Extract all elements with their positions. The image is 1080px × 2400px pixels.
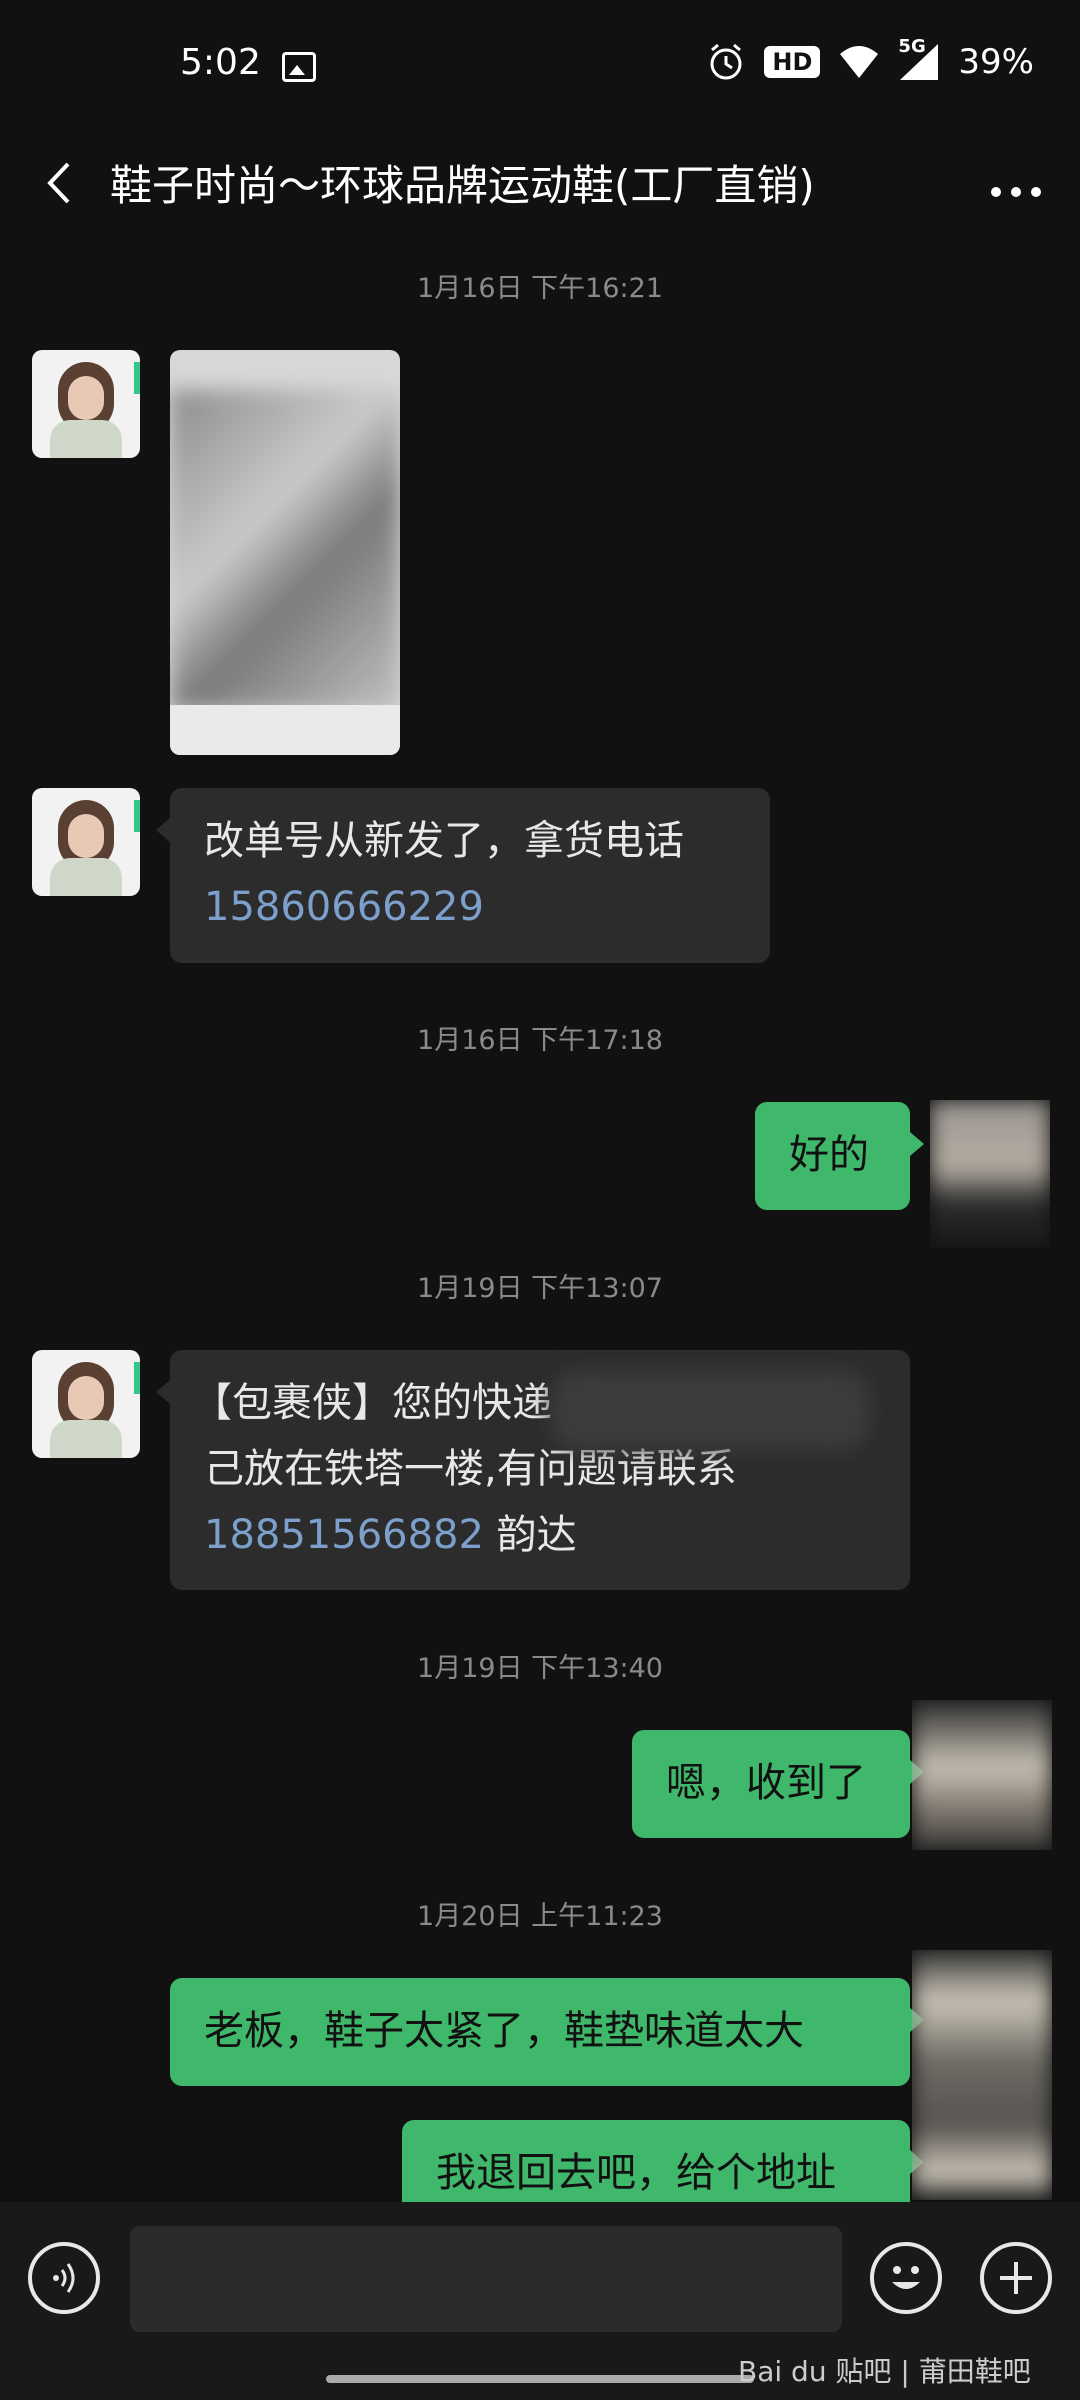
message-input[interactable] [130, 2226, 842, 2332]
contact-avatar[interactable] [32, 1350, 140, 1458]
outgoing-message[interactable]: 老板，鞋子太紧了，鞋垫味道太大 [170, 1978, 924, 2086]
emoji-icon[interactable] [870, 2242, 942, 2314]
timestamp: 1月19日 下午13:07 [417, 1273, 663, 1304]
timestamp: 1月16日 下午17:18 [417, 1025, 663, 1056]
message-text: 韵达 [483, 1512, 577, 1558]
back-icon[interactable] [36, 158, 86, 208]
my-avatar[interactable] [912, 1700, 1052, 1850]
outgoing-message[interactable]: 嗯，收到了 [632, 1730, 924, 1838]
signal-icon: 5G [898, 36, 940, 82]
contact-avatar[interactable] [32, 350, 140, 458]
chat-title: 鞋子时尚～环球品牌运动鞋(工厂直销) [110, 161, 815, 210]
battery-level: 39% [958, 42, 1034, 82]
wifi-icon [840, 46, 879, 78]
incoming-message[interactable]: 改单号从新发了，拿货电话 15860666229 [156, 788, 770, 963]
phone-link[interactable]: 15860666229 [204, 874, 736, 940]
contact-avatar[interactable] [32, 788, 140, 896]
my-avatar[interactable] [930, 1100, 1050, 1248]
status-time: 5:02 [180, 42, 261, 83]
incoming-message[interactable]: 【包裹侠】您的快递 己放在铁塔一楼,有问题请联系 18851566882 韵达 [156, 1350, 910, 1590]
status-bar: 5:02 HD 5G 39% [0, 0, 1080, 130]
message-text: 老板，鞋子太紧了，鞋垫味道太大 [204, 2008, 804, 2054]
timestamp: 1月19日 下午13:40 [417, 1653, 663, 1684]
image-icon [282, 52, 316, 82]
message-text: 我退回去吧，给个地址 [436, 2150, 836, 2196]
status-right: HD 5G 39% [706, 36, 1034, 82]
redaction [550, 1370, 870, 1450]
my-avatar[interactable] [912, 1950, 1052, 2200]
message-text: 嗯，收到了 [666, 1760, 866, 1806]
watermark: Bai du 贴吧 | 莆田鞋吧 [738, 2355, 1031, 2388]
timestamp: 1月20日 上午11:23 [417, 1901, 663, 1932]
image-message[interactable] [170, 350, 400, 755]
voice-icon[interactable] [28, 2242, 100, 2314]
message-text: 好的 [789, 1132, 869, 1178]
hd-badge: HD [764, 46, 821, 78]
network-label: 5G [898, 36, 926, 57]
home-indicator[interactable] [326, 2375, 754, 2383]
alarm-icon [710, 43, 742, 80]
message-text: 改单号从新发了，拿货电话 [204, 818, 684, 864]
more-icon[interactable] [986, 152, 1046, 212]
outgoing-message[interactable]: 好的 [755, 1102, 924, 1210]
timestamp: 1月16日 下午16:21 [417, 273, 663, 304]
phone-link[interactable]: 18851566882 [204, 1512, 484, 1558]
chat-header: 鞋子时尚～环球品牌运动鞋(工厂直销) [0, 130, 1080, 240]
add-icon[interactable] [980, 2242, 1052, 2314]
